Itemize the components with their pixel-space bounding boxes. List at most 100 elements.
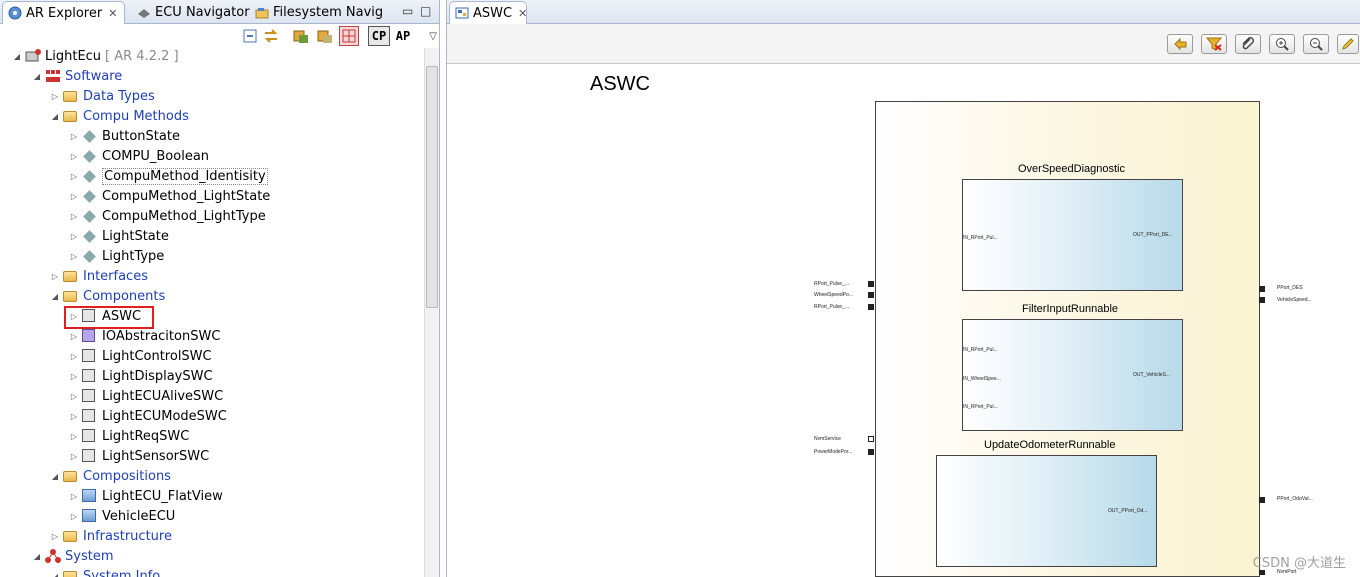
scrollbar-thumb[interactable] <box>426 66 438 308</box>
tab-filesystem-navigator[interactable]: Filesystem Navig <box>250 1 383 24</box>
tree-item-composition[interactable]: ▷ VehicleECU <box>69 506 175 526</box>
client-port[interactable] <box>868 436 874 442</box>
tab-aswc[interactable]: ASWC ✕ <box>449 1 527 24</box>
tree-item-software[interactable]: ◢ Software <box>32 66 122 86</box>
software-package-icon <box>45 68 61 84</box>
expanded-arrow-icon[interactable]: ◢ <box>50 472 60 481</box>
collapsed-arrow-icon[interactable]: ▷ <box>69 152 79 161</box>
tree-item-label: LightControlSWC <box>102 348 212 364</box>
runnable-output-port: OUT_VehicleS... <box>1133 372 1170 378</box>
collapsed-arrow-icon[interactable]: ▷ <box>69 452 79 461</box>
tree-item-compu[interactable]: ▷ CompuMethod_LightType <box>69 206 266 226</box>
tree-item-compu[interactable]: ▷ COMPU_Boolean <box>69 146 209 166</box>
sender-port[interactable] <box>1259 286 1265 292</box>
mode-port[interactable] <box>868 449 874 455</box>
receiver-port[interactable] <box>868 281 874 287</box>
tree-item-label: LightECUAliveSWC <box>102 388 224 404</box>
tree-item-compu[interactable]: ▷ CompuMethod_Identisity <box>69 166 268 186</box>
collapsed-arrow-icon[interactable]: ▷ <box>69 392 79 401</box>
tree-item-label: CompuMethod_LightType <box>102 208 266 224</box>
tree-item-component[interactable]: ▷ IOAbstracitonSWC <box>69 326 220 346</box>
component-port-label: PowerModePor... <box>814 449 853 455</box>
collapsed-arrow-icon[interactable]: ▷ <box>69 352 79 361</box>
tree-item-composition[interactable]: ▷ LightECU_FlatView <box>69 486 223 506</box>
attachment-icon[interactable] <box>1235 34 1261 54</box>
tree-item-component[interactable]: ▷ LightECUModeSWC <box>69 406 227 426</box>
filter-icon-1[interactable] <box>292 27 310 45</box>
collapsed-arrow-icon[interactable]: ▷ <box>69 492 79 501</box>
collapsed-arrow-icon[interactable]: ▷ <box>50 92 60 101</box>
collapse-all-icon[interactable] <box>241 27 259 45</box>
tree-item-compositions[interactable]: ◢ Compositions <box>50 466 171 486</box>
collapsed-arrow-icon[interactable]: ▷ <box>50 272 60 281</box>
tree-item-component[interactable]: ▷ LightSensorSWC <box>69 446 209 466</box>
tree-item-system[interactable]: ◢ System <box>32 546 114 566</box>
expanded-arrow-icon[interactable]: ◢ <box>50 572 60 577</box>
receiver-port[interactable] <box>868 304 874 310</box>
tree-item-infrastructure[interactable]: ▷ Infrastructure <box>50 526 172 546</box>
tree-item-system-info[interactable]: ◢ System Info <box>50 566 160 577</box>
back-icon[interactable] <box>1167 34 1193 54</box>
collapsed-arrow-icon[interactable]: ▷ <box>69 172 79 181</box>
folder-icon <box>63 268 79 284</box>
expanded-arrow-icon[interactable]: ◢ <box>12 52 22 61</box>
tree-item-interfaces[interactable]: ▷ Interfaces <box>50 266 148 286</box>
collapsed-arrow-icon[interactable]: ▷ <box>69 432 79 441</box>
collapsed-arrow-icon[interactable]: ▷ <box>69 232 79 241</box>
collapsed-arrow-icon[interactable]: ▷ <box>69 372 79 381</box>
expanded-arrow-icon[interactable]: ◢ <box>32 552 42 561</box>
link-with-editor-icon[interactable] <box>262 27 280 45</box>
close-icon[interactable]: ✕ <box>518 7 527 20</box>
sender-port[interactable] <box>1259 297 1265 303</box>
ar-explorer-pane: AR Explorer ✕ ECU Navigator Filesystem N… <box>0 0 440 577</box>
cp-toggle-button[interactable]: CP <box>368 26 390 46</box>
zoom-in-icon[interactable] <box>1269 34 1295 54</box>
tree-item-compu[interactable]: ▷ LightType <box>69 246 164 266</box>
tab-ar-explorer[interactable]: AR Explorer ✕ <box>2 1 125 24</box>
view-menu-icon[interactable]: ▽ <box>424 27 439 45</box>
receiver-port[interactable] <box>868 292 874 298</box>
zoom-out-icon[interactable] <box>1303 34 1329 54</box>
ap-toggle-button[interactable]: AP <box>392 27 414 45</box>
collapsed-arrow-icon[interactable]: ▷ <box>69 252 79 261</box>
tree-item-component[interactable]: ▷ LightDisplaySWC <box>69 366 213 386</box>
tree-item-component[interactable]: ▷ LightECUAliveSWC <box>69 386 223 406</box>
filter-remove-icon[interactable] <box>1201 34 1227 54</box>
collapsed-arrow-icon[interactable]: ▷ <box>50 532 60 541</box>
collapsed-arrow-icon[interactable]: ▷ <box>69 212 79 221</box>
tree-item-component[interactable]: ▷ LightReqSWC <box>69 426 189 446</box>
collapsed-arrow-icon[interactable]: ▷ <box>69 132 79 141</box>
ecu-navigator-icon <box>137 6 151 20</box>
collapsed-arrow-icon[interactable]: ▷ <box>69 332 79 341</box>
expanded-arrow-icon[interactable]: ◢ <box>50 112 60 121</box>
tree-item-label: Data Types <box>83 88 155 104</box>
tree-item-compu[interactable]: ▷ ButtonState <box>69 126 180 146</box>
tree-item-compu-methods[interactable]: ◢ Compu Methods <box>50 106 189 126</box>
component-port-label: RPort_Pulse_... <box>814 281 850 287</box>
tree-item-root[interactable]: ◢ LightEcu [ AR 4.2.2 ] <box>12 46 179 66</box>
collapsed-arrow-icon[interactable]: ▷ <box>69 512 79 521</box>
tree-item-compu[interactable]: ▷ LightState <box>69 226 169 246</box>
maximize-icon[interactable]: □ <box>420 4 431 18</box>
minimize-icon[interactable]: ▭ <box>402 4 413 18</box>
filter-icon-2[interactable] <box>316 27 334 45</box>
tree-item-data-types[interactable]: ▷ Data Types <box>50 86 155 106</box>
sender-port[interactable] <box>1259 497 1265 503</box>
tab-ecu-navigator[interactable]: ECU Navigator <box>132 1 250 24</box>
expanded-arrow-icon[interactable]: ◢ <box>32 72 42 81</box>
runnable-title: OverSpeedDiagnostic <box>1018 163 1126 175</box>
tree-item-component[interactable]: ▷ LightControlSWC <box>69 346 212 366</box>
runnable-input-port: IN_RPort_Pul... <box>963 404 998 410</box>
close-icon[interactable]: ✕ <box>108 7 117 20</box>
tab-label: AR Explorer <box>26 5 103 21</box>
grid-view-icon[interactable] <box>339 26 359 46</box>
edit-pencil-icon[interactable] <box>1337 34 1359 54</box>
tree-item-components[interactable]: ◢ Components <box>50 286 165 306</box>
tree-item-label: LightDisplaySWC <box>102 368 213 384</box>
tree-item-label: Compu Methods <box>83 108 189 124</box>
collapsed-arrow-icon[interactable]: ▷ <box>69 412 79 421</box>
tree-item-compu[interactable]: ▷ CompuMethod_LightState <box>69 186 270 206</box>
collapsed-arrow-icon[interactable]: ▷ <box>69 192 79 201</box>
expanded-arrow-icon[interactable]: ◢ <box>50 292 60 301</box>
tree-item-label: LightType <box>102 248 165 264</box>
